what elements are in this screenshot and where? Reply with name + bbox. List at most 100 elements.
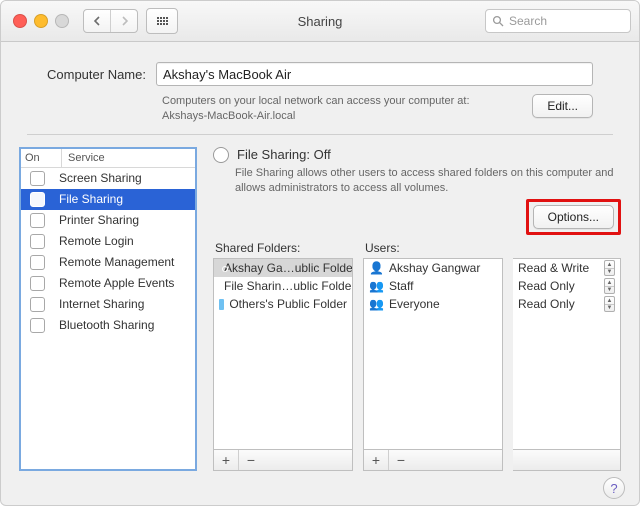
computer-name-value: Akshay's MacBook Air	[163, 67, 291, 82]
show-all-button[interactable]	[146, 8, 178, 34]
divider	[27, 134, 613, 135]
service-detail: File Sharing: Off File Sharing allows ot…	[213, 147, 621, 471]
back-button[interactable]	[84, 10, 110, 32]
titlebar: Sharing Search	[1, 1, 639, 42]
service-checkbox[interactable]	[21, 171, 53, 186]
computer-name-subrow: Computers on your local network can acce…	[47, 94, 593, 124]
help-button[interactable]: ?	[603, 477, 625, 499]
folder-name: Akshay Ga…ublic Folder	[224, 261, 352, 275]
folder-icon	[219, 299, 224, 310]
users-label: Users:	[365, 241, 503, 255]
grid-icon	[157, 17, 168, 25]
permission-stepper[interactable]: ▲▼	[604, 296, 615, 312]
service-name: Printer Sharing	[53, 213, 195, 227]
service-name: Bluetooth Sharing	[53, 318, 195, 332]
permission-label: Read Only	[518, 297, 575, 311]
user-icon: 👥	[369, 298, 384, 310]
zoom-icon	[55, 14, 69, 28]
footer: ?	[1, 481, 639, 505]
shared-folders-list[interactable]: Akshay Ga…ublic Folder File Sharin…ublic …	[213, 258, 353, 449]
permissions-list[interactable]: Read & Write ▲▼ Read Only ▲▼ Read Only ▲▼	[513, 258, 621, 449]
permission-row[interactable]: Read & Write ▲▼	[513, 259, 620, 277]
service-name: Remote Management	[53, 255, 195, 269]
folder-row[interactable]: Others's Public Folder	[214, 295, 352, 313]
service-checkbox[interactable]	[21, 234, 53, 249]
service-checkbox[interactable]	[21, 318, 53, 333]
permissions-col: Read & Write ▲▼ Read Only ▲▼ Read Only ▲▼	[513, 241, 621, 471]
computer-name-field[interactable]: Akshay's MacBook Air	[156, 62, 593, 86]
service-name: Screen Sharing	[53, 171, 195, 185]
users-list[interactable]: 👤 Akshay Gangwar 👥 Staff 👥 Everyone	[363, 258, 503, 449]
remove-user-button[interactable]: −	[388, 450, 413, 470]
users-col: Users: 👤Akshay Gangwar👥Staff👥Everyone + …	[363, 241, 503, 471]
service-checkbox[interactable]	[21, 192, 53, 207]
content: Computer Name: Akshay's MacBook Air Comp…	[1, 42, 639, 481]
folder-name: File Sharin…ublic Folder	[224, 279, 352, 293]
service-checkbox[interactable]	[21, 213, 53, 228]
folder-row[interactable]: File Sharin…ublic Folder	[214, 277, 352, 295]
remove-folder-button[interactable]: −	[238, 450, 263, 470]
nav-buttons	[83, 9, 138, 33]
service-checkbox[interactable]	[21, 276, 53, 291]
service-row[interactable]: Remote Management	[21, 252, 195, 273]
service-row[interactable]: File Sharing	[21, 189, 195, 210]
search-input[interactable]: Search	[485, 9, 631, 33]
options-highlight: Options...	[526, 199, 621, 235]
status-row: File Sharing: Off	[213, 147, 621, 163]
status-title: File Sharing: Off	[237, 147, 331, 162]
folders-toolbar: + −	[213, 449, 353, 471]
computer-name-hint: Computers on your local network can acce…	[162, 94, 522, 124]
permission-row[interactable]: Read Only ▲▼	[513, 295, 620, 313]
permission-row[interactable]: Read Only ▲▼	[513, 277, 620, 295]
permissions-spacer	[515, 241, 621, 255]
permissions-toolbar	[513, 449, 621, 471]
permission-stepper[interactable]: ▲▼	[604, 260, 615, 276]
folder-name: Others's Public Folder	[229, 297, 347, 311]
services-table[interactable]: On Service Screen Sharing File Sharing Pri…	[19, 147, 197, 471]
permission-label: Read Only	[518, 279, 575, 293]
computer-name-row: Computer Name: Akshay's MacBook Air	[47, 62, 593, 86]
user-icon: 👥	[369, 280, 384, 292]
col-on[interactable]: On	[21, 149, 62, 167]
options-button[interactable]: Options...	[533, 205, 614, 229]
folder-row[interactable]: Akshay Ga…ublic Folder	[214, 259, 352, 277]
user-icon: 👤	[369, 262, 384, 274]
service-name: Internet Sharing	[53, 297, 195, 311]
service-row[interactable]: Remote Apple Events	[21, 273, 195, 294]
edit-button[interactable]: Edit...	[532, 94, 593, 118]
add-user-button[interactable]: +	[364, 450, 388, 470]
service-checkbox[interactable]	[21, 297, 53, 312]
permission-label: Read & Write	[518, 261, 589, 275]
services-header: On Service	[21, 149, 195, 168]
services-list: Screen Sharing File Sharing Printer Sharin…	[21, 168, 195, 469]
main-area: On Service Screen Sharing File Sharing Pri…	[19, 147, 621, 471]
columns: Shared Folders: Akshay Ga…ublic FolderFi…	[213, 241, 621, 471]
enable-radio[interactable]	[213, 147, 229, 163]
user-name: Staff	[389, 279, 413, 293]
service-name: Remote Login	[53, 234, 195, 248]
search-icon	[492, 15, 504, 27]
service-row[interactable]: Bluetooth Sharing	[21, 315, 195, 336]
service-row[interactable]: Printer Sharing	[21, 210, 195, 231]
user-name: Akshay Gangwar	[389, 261, 480, 275]
user-row[interactable]: 👤 Akshay Gangwar	[364, 259, 502, 277]
user-row[interactable]: 👥 Everyone	[364, 295, 502, 313]
add-folder-button[interactable]: +	[214, 450, 238, 470]
computer-name-label: Computer Name:	[47, 67, 146, 82]
search-placeholder: Search	[509, 14, 547, 28]
service-row[interactable]: Remote Login	[21, 231, 195, 252]
service-name: File Sharing	[53, 192, 195, 206]
window-controls	[13, 14, 69, 28]
user-name: Everyone	[389, 297, 440, 311]
service-checkbox[interactable]	[21, 255, 53, 270]
col-service[interactable]: Service	[62, 149, 195, 167]
user-row[interactable]: 👥 Staff	[364, 277, 502, 295]
minimize-icon[interactable]	[34, 14, 48, 28]
service-row[interactable]: Internet Sharing	[21, 294, 195, 315]
close-icon[interactable]	[13, 14, 27, 28]
service-row[interactable]: Screen Sharing	[21, 168, 195, 189]
permission-stepper[interactable]: ▲▼	[604, 278, 615, 294]
forward-button[interactable]	[110, 10, 137, 32]
preferences-window: Sharing Search Computer Name: Akshay's M…	[0, 0, 640, 506]
status-desc: File Sharing allows other users to acces…	[235, 166, 621, 196]
